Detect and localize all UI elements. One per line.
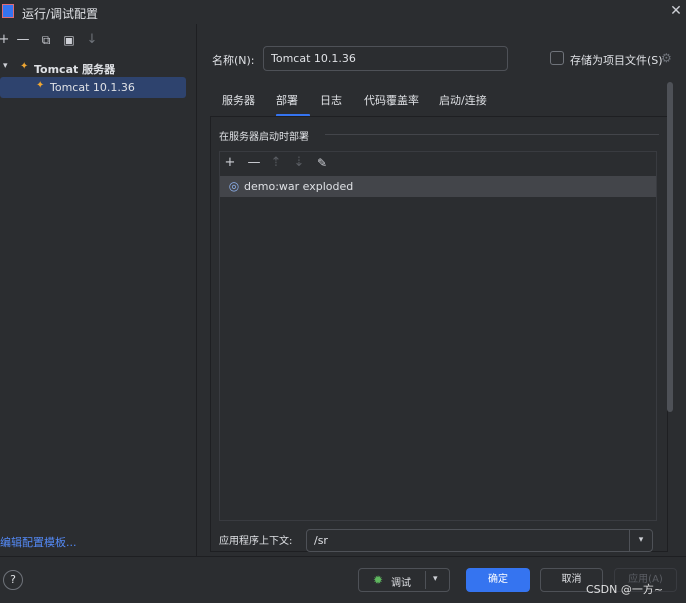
ok-button[interactable]: 确定: [466, 568, 530, 592]
app-context-field[interactable]: [306, 529, 630, 552]
list-item[interactable]: ◎ demo:war exploded: [220, 176, 656, 197]
section-divider: [325, 134, 659, 135]
edit-templates-link[interactable]: 编辑配置模板...: [0, 534, 77, 550]
web-artifact-icon: ◎: [228, 179, 240, 193]
debug-label: 调试: [391, 578, 411, 589]
section-title: 在服务器启动时部署: [219, 132, 309, 143]
store-as-project-file-checkbox[interactable]: [550, 51, 564, 65]
scrollbar[interactable]: [667, 82, 673, 412]
watermark: CSDN @一方~: [586, 583, 664, 596]
remove-config-icon[interactable]: —: [15, 32, 31, 48]
config-editor-panel: 名称(N): 存储为项目文件(S) ⚙ 服务器 部署 日志 代码覆盖率 启动/连…: [198, 24, 686, 556]
tomcat-icon: ✦: [36, 80, 45, 91]
copy-config-icon[interactable]: ⧉: [38, 32, 54, 48]
intellij-icon: [2, 4, 14, 18]
dialog-footer: ? ✹ 调试 ▾ 确定 取消 应用(A) CSDN @一方~: [0, 556, 686, 603]
tree-node-tomcat-server[interactable]: ▾ ✦ Tomcat 服务器: [0, 58, 197, 78]
tab-server[interactable]: 服务器: [222, 92, 255, 108]
chevron-down-icon[interactable]: ▾: [629, 529, 653, 552]
app-context-label: 应用程序上下文:: [219, 536, 293, 547]
add-icon[interactable]: +: [222, 155, 238, 171]
chevron-down-icon[interactable]: ▾: [3, 61, 8, 71]
move-down-icon[interactable]: ⇣: [291, 155, 307, 171]
edit-icon[interactable]: ✎: [314, 155, 330, 171]
deployment-list: + — ⇡ ⇣ ✎ ◎ demo:war exploded: [219, 151, 657, 521]
bug-icon: ✹: [372, 573, 384, 587]
name-label: 名称(N):: [212, 54, 255, 67]
tree-node-tomcat-config[interactable]: ✦ Tomcat 10.1.36: [0, 77, 186, 98]
tab-code-coverage[interactable]: 代码覆盖率: [364, 92, 419, 108]
deployment-section: 在服务器启动时部署 + — ⇡ ⇣ ✎ ◎ demo:war exploded …: [210, 116, 668, 552]
remove-icon[interactable]: —: [246, 155, 262, 171]
help-button[interactable]: ?: [3, 570, 23, 590]
tree-node-label: Tomcat 服务器: [34, 63, 116, 76]
tab-bar: 服务器 部署 日志 代码覆盖率 启动/连接: [212, 86, 672, 117]
gear-icon[interactable]: ⚙: [661, 51, 675, 65]
new-folder-icon[interactable]: ▣: [61, 32, 77, 48]
window-title: 运行/调试配置: [22, 7, 99, 21]
config-tree-panel: + — ⧉ ▣ ↓ ▾ ✦ Tomcat 服务器 ✦ Tomcat 10.1.3…: [0, 24, 197, 556]
tree-node-label: Tomcat 10.1.36: [50, 81, 135, 94]
tab-deployment[interactable]: 部署: [276, 92, 298, 108]
name-field[interactable]: [263, 46, 508, 71]
chevron-down-icon[interactable]: ▾: [433, 574, 438, 584]
artifact-label: demo:war exploded: [244, 180, 354, 193]
sort-icon[interactable]: ↓: [84, 32, 100, 48]
tomcat-icon: ✦: [20, 61, 29, 72]
add-config-icon[interactable]: +: [0, 32, 12, 48]
title-bar: 运行/调试配置 ✕: [0, 0, 686, 24]
debug-divider: [425, 571, 426, 589]
debug-button[interactable]: ✹ 调试 ▾: [358, 568, 450, 592]
tab-logs[interactable]: 日志: [320, 92, 342, 108]
tab-startup-connection[interactable]: 启动/连接: [439, 92, 487, 108]
store-as-project-file-label[interactable]: 存储为项目文件(S): [570, 52, 663, 68]
move-up-icon[interactable]: ⇡: [268, 155, 284, 171]
close-icon[interactable]: ✕: [668, 3, 684, 19]
